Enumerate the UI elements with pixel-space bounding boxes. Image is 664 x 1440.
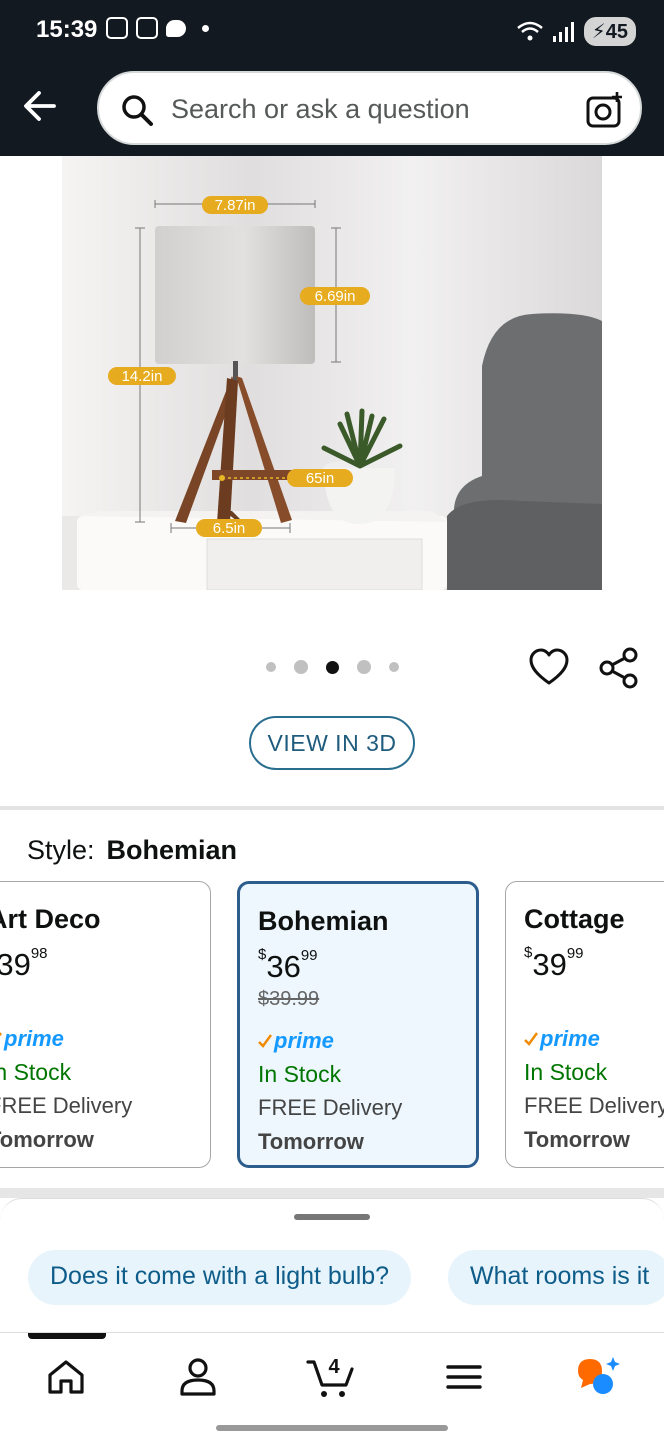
question-chip-rooms[interactable]: What rooms is it [448,1250,664,1305]
prime-badge: prime [258,1025,458,1057]
app-notification-icon [136,17,158,39]
dimension-label-base-width: 6.5in [213,520,246,537]
style-variant-carousel[interactable]: Art Deco $3998 prime In Stock FREE Deliv… [0,881,664,1171]
search-bar[interactable] [97,71,642,145]
menu-icon[interactable] [440,1353,488,1401]
variant-name: Cottage [524,904,625,934]
stock-status: In Stock [258,1061,342,1087]
list-price: $39.99 [258,988,320,1010]
carousel-dot[interactable] [388,662,399,672]
prime-text: prime [4,1026,64,1051]
price-whole: 39 [0,947,31,982]
rufus-assistant-icon[interactable] [574,1353,622,1401]
dimension-label-shade-width: 7.87in [215,197,256,214]
camera-search-icon[interactable] [586,91,624,129]
price-whole: 36 [266,949,301,984]
delivery-info: FREE Delivery [258,1095,403,1120]
selected-style: Bohemian [106,835,238,865]
search-input[interactable] [171,90,561,128]
stock-status: In Stock [0,1059,72,1085]
price-fraction: 98 [30,945,48,962]
carousel-dot[interactable] [265,662,276,672]
prime-badge: prime [0,1023,192,1055]
cart-icon[interactable]: 4 [306,1353,354,1401]
heart-icon[interactable] [528,647,570,687]
carousel-dot-active[interactable] [325,660,339,674]
prime-check-icon [524,1032,538,1046]
question-chip-light-bulb[interactable]: Does it come with a light bulb? [28,1250,412,1305]
search-icon [122,95,153,126]
list-price [0,986,192,1022]
variant-card-bohemian[interactable]: Bohemian $3699 $39.99 prime In Stock FRE… [237,881,479,1168]
battery-level: 45 [605,21,628,43]
prime-check-icon [258,1034,272,1048]
rufus-suggestions-sheet[interactable]: Does it come with a light bulb? What roo… [0,1198,664,1340]
variant-price: $3699 [258,946,458,984]
dimension-label-total-height: 14.2in [122,368,163,385]
variant-card-art-deco[interactable]: Art Deco $3998 prime In Stock FREE Deliv… [0,881,211,1168]
gesture-home-indicator [216,1425,448,1431]
style-selector-heading: Style: Bohemian [27,835,237,866]
price-fraction: 99 [566,945,584,962]
section-divider [0,806,664,810]
sheet-drag-handle[interactable] [294,1214,370,1220]
price-fraction: 99 [300,947,318,964]
variant-card-cottage[interactable]: Cottage $3999 prime In Stock FREE Delive… [505,881,664,1168]
carousel-dot[interactable] [356,660,371,674]
variant-name: Art Deco [0,904,101,934]
style-label: Style: [27,835,95,865]
price-whole: 39 [532,947,567,982]
home-icon[interactable] [42,1353,90,1401]
prime-text: prime [540,1026,600,1051]
signal-icon [552,21,574,42]
section-gap [0,1188,664,1198]
status-system-icons: ⚡45 [516,17,636,46]
delivery-date: Tomorrow [0,1127,94,1152]
view-in-3d-button[interactable]: VIEW IN 3D [249,716,415,770]
delivery-info: FREE Delivery [524,1093,664,1118]
delivery-info: FREE Delivery [0,1093,133,1118]
delivery-date: Tomorrow [258,1129,364,1154]
more-notifications-icon [202,24,209,32]
prime-text: prime [274,1028,334,1053]
app-header [0,64,664,156]
product-image[interactable]: 7.87in 6.69in 14.2in 65in 6.5in [62,156,602,590]
variant-price: $3999 [524,944,664,982]
prime-badge: prime [524,1023,664,1055]
screenshot-icon [106,17,128,39]
back-icon[interactable] [18,84,62,128]
stock-status: In Stock [524,1059,608,1085]
cart-count: 4 [328,1356,340,1378]
delivery-date: Tomorrow [524,1127,630,1152]
list-price [524,986,664,1022]
carousel-dot[interactable] [293,660,308,674]
dimension-label-base-depth: 65in [306,470,334,487]
share-icon[interactable] [598,646,640,690]
account-icon[interactable] [174,1353,222,1401]
status-bar: 15:39 ⚡45 [0,0,664,64]
status-notification-icons [106,17,209,39]
active-tab-indicator [28,1333,106,1339]
prime-check-icon [0,1032,2,1037]
bottom-navigation: 4 [0,1332,664,1440]
status-time: 15:39 [36,16,98,43]
wifi-icon [516,21,543,40]
variant-name: Bohemian [258,906,389,936]
variant-price: $3998 [0,944,192,982]
message-icon [166,19,186,37]
dimension-label-shade-height: 6.69in [315,288,356,305]
battery-icon: ⚡45 [583,17,636,46]
